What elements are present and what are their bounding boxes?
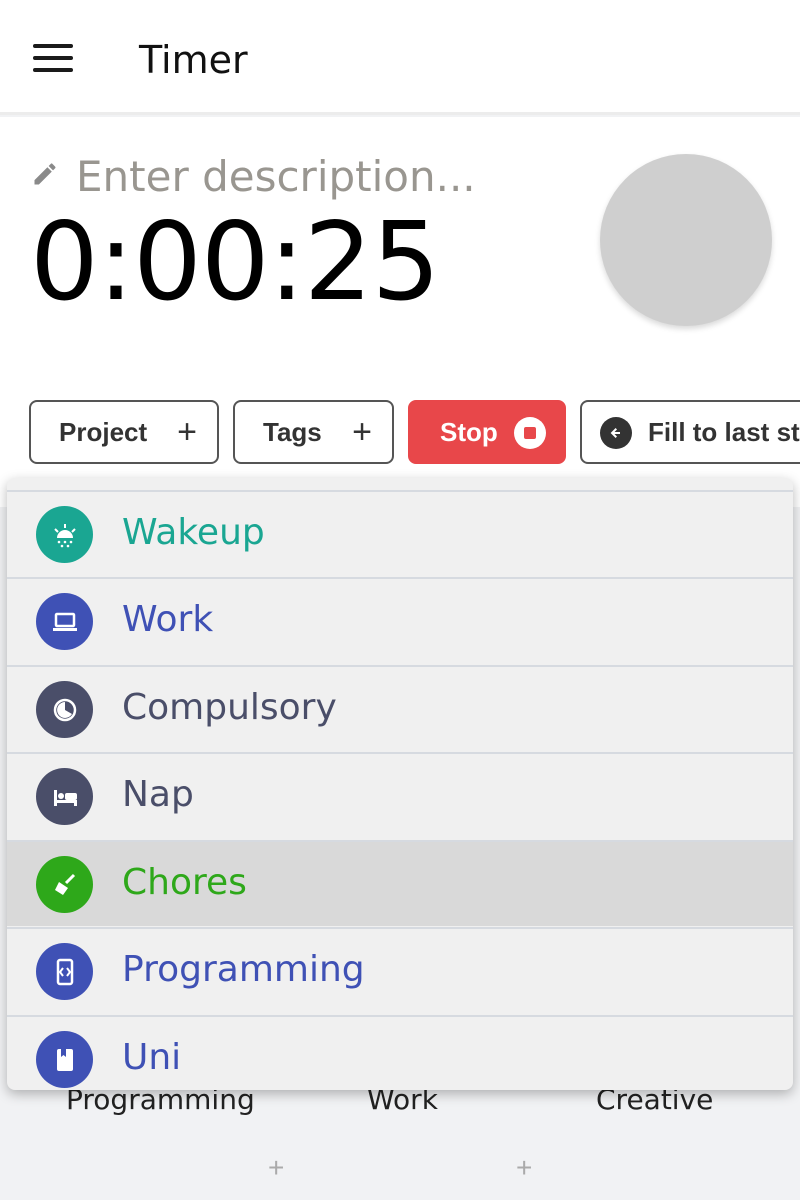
laptop-icon — [36, 593, 93, 650]
add-tile-icon[interactable]: + — [516, 1152, 532, 1184]
tags-button[interactable]: Tags + — [233, 400, 394, 464]
fill-label: Fill to last stop — [648, 416, 800, 447]
description-input[interactable]: Enter description... — [76, 152, 476, 201]
project-option-label: Work — [122, 599, 214, 640]
app-bar: Timer — [0, 0, 800, 115]
bed-icon — [36, 768, 93, 825]
plus-icon: + — [352, 413, 372, 451]
timer-avatar-button[interactable] — [600, 154, 772, 326]
stop-icon — [514, 417, 546, 449]
project-option-chores[interactable]: Chores — [7, 840, 793, 926]
project-option-programming[interactable]: Programming — [7, 927, 793, 1013]
stop-button[interactable]: Stop — [408, 400, 566, 464]
project-button[interactable]: Project + — [29, 400, 219, 464]
project-option-label: Chores — [122, 862, 247, 903]
page-title: Timer — [139, 38, 248, 82]
project-dropdown: Wakeup Work Compulsory Nap Chores Progra… — [7, 478, 793, 1090]
project-option-label: Compulsory — [122, 687, 337, 728]
project-option-wakeup[interactable]: Wakeup — [7, 490, 793, 576]
fill-to-last-stop-button[interactable]: Fill to last stop — [580, 400, 800, 464]
sunrise-icon — [36, 506, 93, 563]
code-icon — [36, 943, 93, 1000]
elapsed-time: 0:00:25 — [30, 200, 440, 325]
project-option-compulsory[interactable]: Compulsory — [7, 665, 793, 751]
project-option-label: Programming — [122, 949, 365, 990]
book-icon — [36, 1031, 93, 1088]
project-option-uni[interactable]: Uni — [7, 1015, 793, 1090]
pencil-icon — [34, 163, 56, 185]
arrow-left-icon — [600, 417, 632, 449]
project-option-nap[interactable]: Nap — [7, 752, 793, 838]
clock-icon — [36, 681, 93, 738]
project-option-label: Nap — [122, 774, 194, 815]
hamburger-menu-icon[interactable] — [33, 44, 73, 74]
plus-icon: + — [177, 413, 197, 451]
broom-icon — [36, 856, 93, 913]
project-label: Project — [59, 416, 148, 447]
add-tile-icon[interactable]: + — [268, 1152, 284, 1184]
stop-label: Stop — [440, 416, 498, 447]
project-option-work[interactable]: Work — [7, 577, 793, 663]
project-option-label: Wakeup — [122, 512, 265, 553]
tags-label: Tags — [263, 416, 322, 447]
project-option-label: Uni — [122, 1037, 182, 1078]
